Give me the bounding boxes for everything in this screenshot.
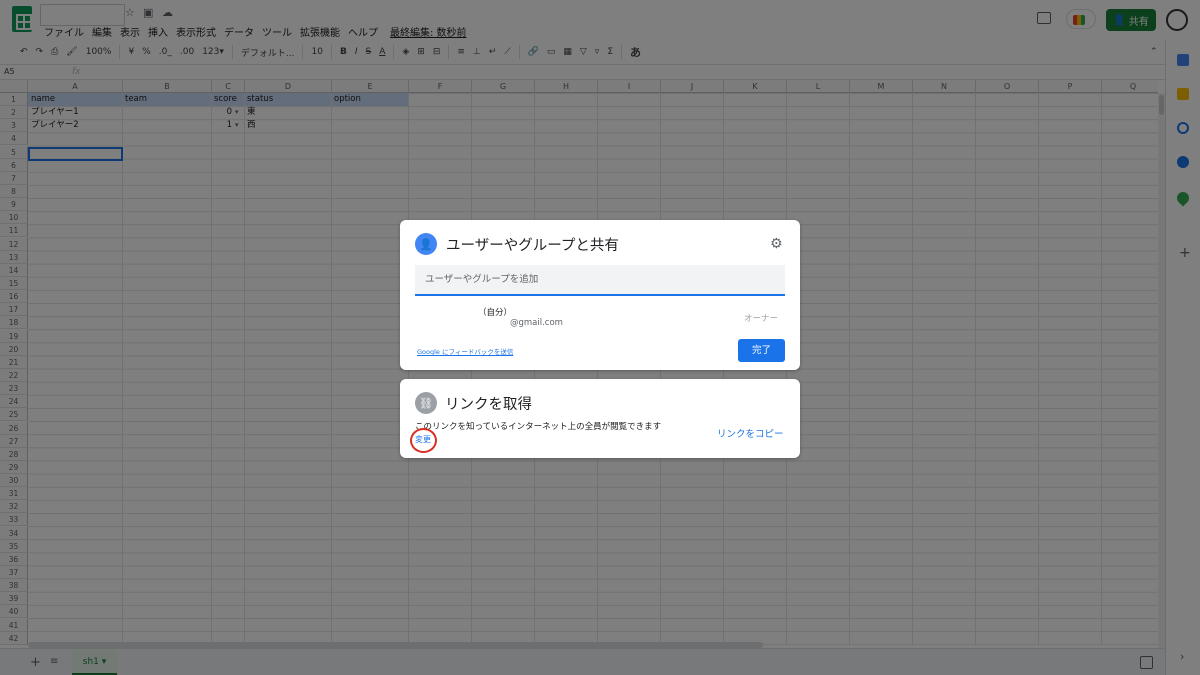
person-add-icon: 👤 [415,233,437,255]
link-access-description: このリンクを知っているインターネット上の全員が閲覧できます [415,422,662,432]
copy-link-button[interactable]: リンクをコピー [717,426,784,440]
self-label: （自分） [478,308,513,318]
annotation-circle [410,428,437,453]
get-link-title: リンクを取得 [445,397,532,413]
share-dialog: 👤 ユーザーやグループと共有 ⚙ （自分） @gmail.com オーナー Go… [400,220,800,370]
add-people-input[interactable] [415,265,785,296]
settings-gear-icon[interactable]: ⚙ [770,236,783,252]
owner-email: @gmail.com [510,318,563,328]
sheets-app: ☆ ▣ ☁ ファイル 編集 表示 挿入 表示形式 データ ツール 拡張機能 ヘル… [0,0,1200,675]
share-dialog-title: ユーザーやグループと共有 [446,238,619,254]
feedback-link[interactable]: Google にフィードバックを送信 [417,346,513,356]
link-icon: ⛓ [415,392,437,414]
get-link-dialog: ⛓ リンクを取得 このリンクを知っているインターネット上の全員が閲覧できます 変… [400,379,800,458]
done-button[interactable]: 完了 [738,339,785,362]
owner-role: オーナー [744,314,779,324]
